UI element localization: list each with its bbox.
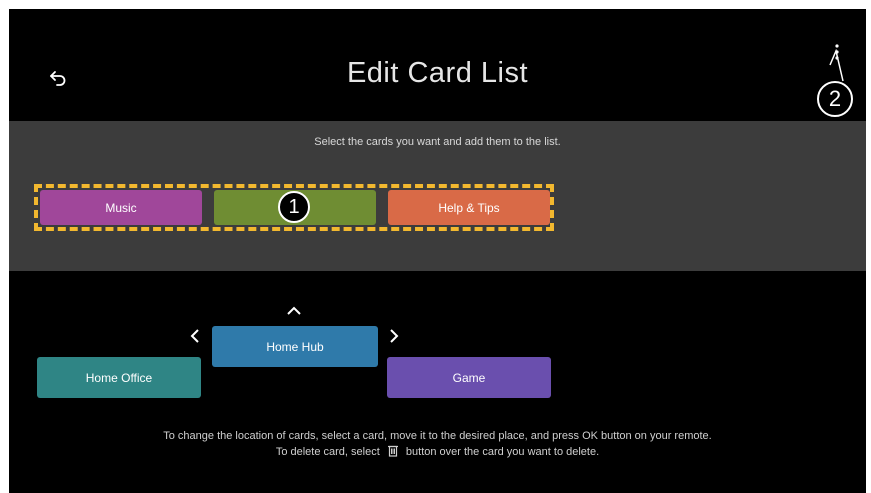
move-up-button[interactable] <box>284 300 304 320</box>
header-bar: Edit Card List 2 <box>9 9 866 121</box>
chevron-right-icon <box>389 329 398 343</box>
callout-1-badge: 1 <box>278 191 310 223</box>
card-music[interactable]: Music <box>40 190 202 225</box>
footer-help: To change the location of cards, select … <box>9 429 866 460</box>
footer-line-1: To change the location of cards, select … <box>163 430 712 442</box>
chevron-left-icon <box>190 329 199 343</box>
card-game[interactable]: Game <box>387 357 551 398</box>
instruction-text: Select the cards you want and add them t… <box>314 136 561 148</box>
tv-screen: Edit Card List 2 Select the cards you wa… <box>9 9 866 493</box>
callout-2-badge: 2 <box>817 81 853 117</box>
footer-line-2-before: To delete card, select <box>275 446 380 458</box>
callout-2-pointer <box>829 49 844 82</box>
page-title: Edit Card List <box>346 57 529 89</box>
move-right-button[interactable] <box>384 326 404 346</box>
card-help-tips[interactable]: Help & Tips <box>388 190 550 225</box>
footer-line-2-after: button over the card you want to delete. <box>405 446 600 458</box>
chevron-up-icon <box>287 306 301 315</box>
available-cards-panel: Select the cards you want and add them t… <box>9 121 866 271</box>
card-home-hub[interactable]: Home Hub <box>212 326 378 367</box>
card-home-office[interactable]: Home Office <box>37 357 201 398</box>
trash-icon <box>387 445 398 457</box>
footer-line-2: To delete card, select button over the c… <box>9 444 866 460</box>
move-left-button[interactable] <box>184 326 204 346</box>
